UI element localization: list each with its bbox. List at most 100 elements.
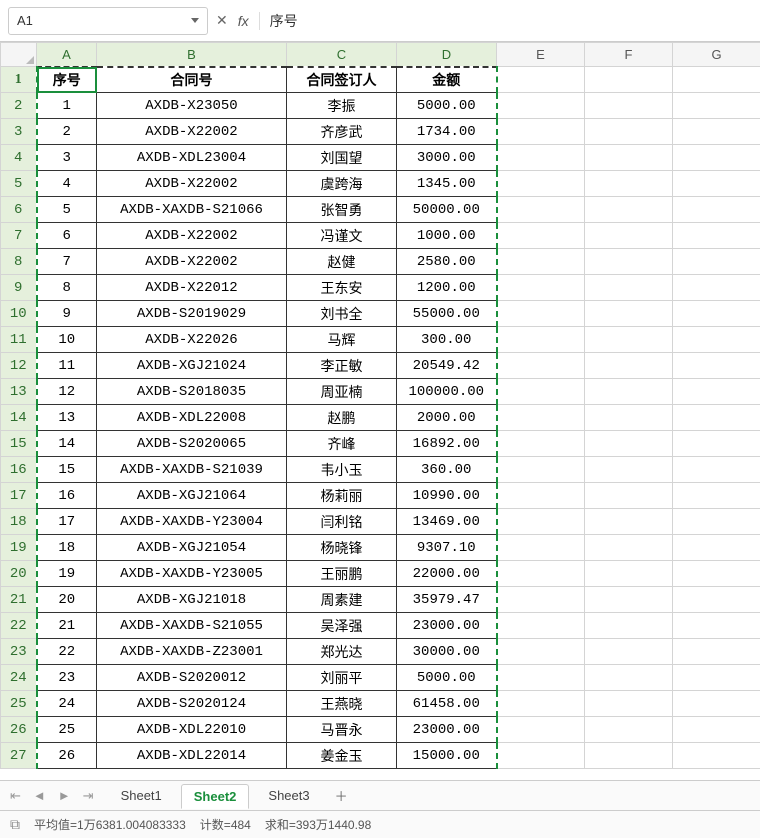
cell[interactable]: 24 — [37, 691, 97, 717]
cell[interactable]: AXDB-XGJ21018 — [97, 587, 287, 613]
cell[interactable]: 2 — [37, 119, 97, 145]
cell[interactable]: 360.00 — [397, 457, 497, 483]
cell[interactable] — [497, 197, 585, 223]
cell[interactable]: 20 — [37, 587, 97, 613]
row-header[interactable]: 7 — [1, 223, 37, 249]
cell[interactable]: 23000.00 — [397, 717, 497, 743]
cell[interactable]: 马晋永 — [287, 717, 397, 743]
cell[interactable]: AXDB-X22012 — [97, 275, 287, 301]
cell[interactable] — [585, 145, 673, 171]
cell[interactable]: 李正敏 — [287, 353, 397, 379]
cell[interactable] — [673, 613, 760, 639]
cell[interactable]: 18 — [37, 535, 97, 561]
cell[interactable]: 9307.10 — [397, 535, 497, 561]
cell[interactable] — [497, 561, 585, 587]
cell[interactable] — [673, 327, 760, 353]
cell[interactable]: AXDB-X22002 — [97, 249, 287, 275]
tab-nav-first-icon[interactable]: ⇤ — [6, 788, 25, 804]
cell[interactable] — [585, 561, 673, 587]
cell[interactable]: 李振 — [287, 93, 397, 119]
col-header-e[interactable]: E — [497, 43, 585, 67]
cell[interactable] — [497, 405, 585, 431]
cell[interactable]: 6 — [37, 223, 97, 249]
cell[interactable]: 杨莉丽 — [287, 483, 397, 509]
cell[interactable] — [673, 93, 760, 119]
cell[interactable]: 23 — [37, 665, 97, 691]
cell[interactable]: 3000.00 — [397, 145, 497, 171]
row-header[interactable]: 8 — [1, 249, 37, 275]
cell[interactable]: 周素建 — [287, 587, 397, 613]
cell[interactable] — [497, 327, 585, 353]
cell[interactable] — [585, 67, 673, 93]
tab-nav-last-icon[interactable]: ⇥ — [79, 788, 98, 804]
cell[interactable] — [585, 119, 673, 145]
cell[interactable] — [497, 691, 585, 717]
cell[interactable]: 50000.00 — [397, 197, 497, 223]
cell[interactable] — [673, 223, 760, 249]
row-header[interactable]: 16 — [1, 457, 37, 483]
cell[interactable]: 金额 — [397, 67, 497, 93]
cell[interactable]: 冯谨文 — [287, 223, 397, 249]
cell[interactable] — [585, 93, 673, 119]
cell[interactable] — [673, 379, 760, 405]
cell[interactable]: 16 — [37, 483, 97, 509]
cell[interactable]: 张智勇 — [287, 197, 397, 223]
cell[interactable]: 10 — [37, 327, 97, 353]
cell[interactable] — [673, 197, 760, 223]
cell[interactable]: 13 — [37, 405, 97, 431]
cell[interactable]: 26 — [37, 743, 97, 769]
sheet-tab[interactable]: Sheet1 — [108, 783, 175, 808]
cell[interactable]: AXDB-S2018035 — [97, 379, 287, 405]
cell[interactable]: 13469.00 — [397, 509, 497, 535]
cell[interactable]: 12 — [37, 379, 97, 405]
row-header[interactable]: 25 — [1, 691, 37, 717]
cell[interactable]: AXDB-XGJ21024 — [97, 353, 287, 379]
cell[interactable] — [673, 483, 760, 509]
sheet-tab[interactable]: Sheet2 — [181, 784, 250, 809]
cell[interactable]: 8 — [37, 275, 97, 301]
cell[interactable] — [497, 353, 585, 379]
cell[interactable]: 姜金玉 — [287, 743, 397, 769]
cell[interactable] — [585, 327, 673, 353]
row-header[interactable]: 3 — [1, 119, 37, 145]
cell[interactable] — [585, 223, 673, 249]
cell[interactable]: 王燕晓 — [287, 691, 397, 717]
row-header[interactable]: 26 — [1, 717, 37, 743]
cell[interactable] — [673, 171, 760, 197]
cell[interactable]: 22000.00 — [397, 561, 497, 587]
cell[interactable]: 刘国望 — [287, 145, 397, 171]
sheet-tab[interactable]: Sheet3 — [255, 783, 322, 808]
cell[interactable]: 3 — [37, 145, 97, 171]
cell[interactable]: 2580.00 — [397, 249, 497, 275]
row-header[interactable]: 4 — [1, 145, 37, 171]
row-header[interactable]: 11 — [1, 327, 37, 353]
cell[interactable] — [673, 561, 760, 587]
cell[interactable] — [497, 587, 585, 613]
row-header[interactable]: 20 — [1, 561, 37, 587]
row-header[interactable]: 2 — [1, 93, 37, 119]
col-header-a[interactable]: A — [37, 43, 97, 67]
cell[interactable] — [673, 509, 760, 535]
cell[interactable]: AXDB-XAXDB-Y23005 — [97, 561, 287, 587]
cell[interactable]: 30000.00 — [397, 639, 497, 665]
cell[interactable]: AXDB-XDL22008 — [97, 405, 287, 431]
cell[interactable]: 赵健 — [287, 249, 397, 275]
col-header-f[interactable]: F — [585, 43, 673, 67]
cell[interactable]: AXDB-XAXDB-S21066 — [97, 197, 287, 223]
cell[interactable]: 齐彦武 — [287, 119, 397, 145]
cell[interactable] — [585, 301, 673, 327]
row-header[interactable]: 12 — [1, 353, 37, 379]
cell[interactable]: 闫利铭 — [287, 509, 397, 535]
cell[interactable]: 刘书全 — [287, 301, 397, 327]
cell[interactable]: 35979.47 — [397, 587, 497, 613]
cell[interactable]: 1 — [37, 93, 97, 119]
add-sheet-button[interactable]: ＋ — [335, 786, 348, 805]
row-header[interactable]: 13 — [1, 379, 37, 405]
spreadsheet-grid[interactable]: A B C D E F G 1序号合同号合同签订人金额21AXDB-X23050… — [0, 42, 760, 780]
cell[interactable] — [673, 275, 760, 301]
cell[interactable] — [673, 457, 760, 483]
cell[interactable] — [673, 691, 760, 717]
cell[interactable]: 14 — [37, 431, 97, 457]
cell[interactable] — [497, 223, 585, 249]
cell[interactable]: 韦小玉 — [287, 457, 397, 483]
